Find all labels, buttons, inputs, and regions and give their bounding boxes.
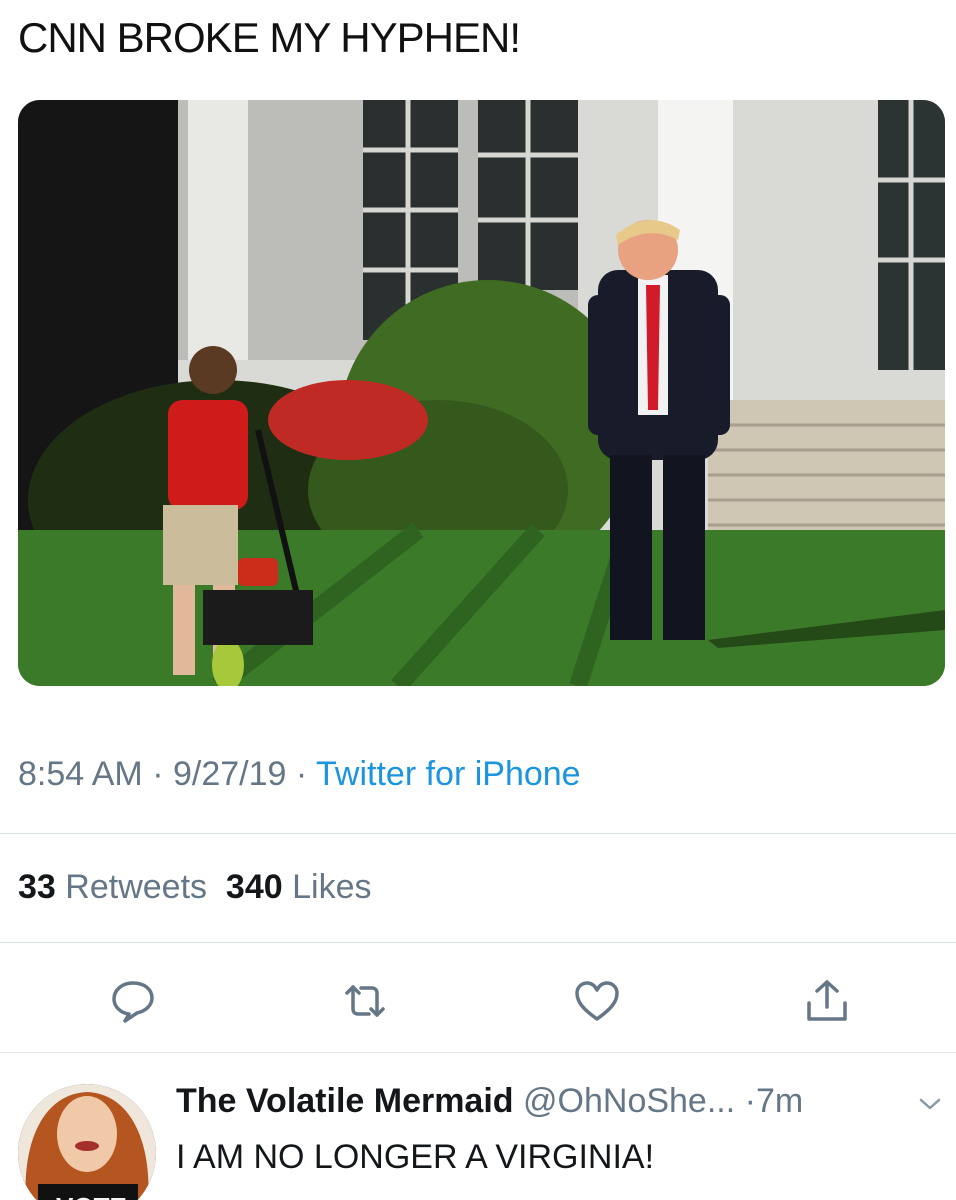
tweet-date: 9/27/19 [172,755,287,793]
avatar-image: VOTE [18,1084,156,1200]
retweet-icon [345,985,385,1017]
likes-count: 340 [225,868,283,906]
reply-time: ·7m [744,1082,804,1120]
reply-text: I AM NO LONGER A VIRGINIA! [176,1138,655,1176]
reply-tweet[interactable]: VOTE The Volatile Mermaid @OhNoShe... ·7… [0,1054,956,1200]
meta-separator: · [286,755,317,793]
retweets-label: Retweets [65,868,208,906]
reply-display-name[interactable]: The Volatile Mermaid [176,1082,514,1120]
likes-stat[interactable]: 340 Likes [226,868,372,906]
tweet-time: 8:54 AM [18,755,143,793]
likes-label: Likes [292,868,372,906]
reply-button[interactable] [107,975,159,1027]
photo-illustration [18,100,945,686]
tweet-source-link[interactable]: Twitter for iPhone [316,755,581,793]
reply-header: The Volatile Mermaid @OhNoShe... ·7m [176,1082,803,1121]
reply-icon [112,981,154,1023]
meta-separator: · [142,755,173,793]
divider [0,833,956,834]
chevron-down-icon[interactable] [918,1092,942,1116]
tweet-meta: 8:54 AM · 9/27/19 · Twitter for iPhone [18,755,581,794]
like-icon [575,981,619,1021]
retweets-count: 33 [18,868,56,906]
divider [0,1052,956,1053]
tweet-photo[interactable] [18,100,945,686]
retweet-button[interactable] [339,975,391,1027]
divider [0,942,956,943]
tweet-text: CNN BROKE MY HYPHEN! [18,14,521,61]
like-button[interactable] [571,975,623,1027]
tweet-stats: 33 Retweets 340 Likes [18,868,371,907]
share-icon [807,980,847,1021]
reply-handle[interactable]: @OhNoShe... [523,1082,735,1120]
avatar[interactable]: VOTE [18,1084,156,1200]
retweets-stat[interactable]: 33 Retweets [18,868,207,906]
share-button[interactable] [801,975,853,1027]
avatar-vote-text: VOTE [56,1192,127,1200]
